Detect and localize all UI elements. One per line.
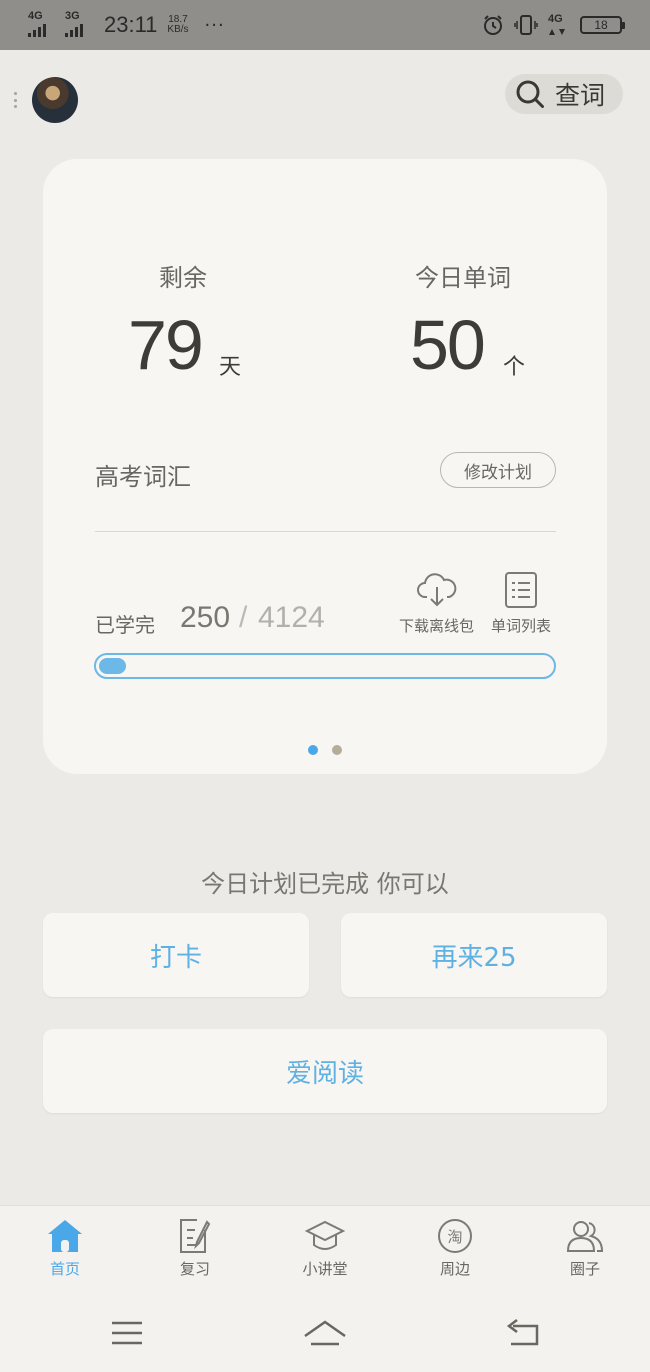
download-offline-label: 下载离线包: [399, 617, 475, 635]
tab-lecture-label: 小讲堂: [302, 1260, 348, 1278]
taobao-icon: 淘: [438, 1219, 472, 1253]
tab-lecture[interactable]: 小讲堂: [285, 1218, 365, 1279]
home-nav-icon[interactable]: [303, 1318, 347, 1348]
divider: [95, 531, 556, 532]
tab-shop-label: 周边: [439, 1260, 470, 1278]
cloud-download-icon: [416, 573, 456, 607]
study-progress-bar: [94, 653, 556, 679]
word-list-label: 单词列表: [491, 617, 552, 635]
review-icon: [180, 1219, 211, 1253]
tab-home[interactable]: 首页: [25, 1218, 105, 1279]
count-separator: /: [239, 601, 248, 634]
tab-review[interactable]: 复习: [155, 1218, 235, 1279]
vibrate-icon: [514, 15, 538, 35]
system-navigation-bar: [0, 1300, 650, 1372]
learned-label: 已学完: [95, 613, 155, 637]
lookup-word-button[interactable]: 查词: [505, 74, 623, 114]
today-words-value: 50: [410, 306, 486, 384]
graduation-cap-icon: [305, 1220, 345, 1250]
people-icon: [566, 1221, 604, 1252]
alarm-icon: [484, 15, 502, 35]
bottom-tab-bar: 首页 复习 小讲堂 淘 周边 圈子: [0, 1205, 650, 1300]
search-icon: [516, 80, 544, 108]
more-notifications-icon: ···: [204, 14, 225, 36]
remaining-days-value: 79: [128, 306, 204, 384]
mobile-data-label: 4G: [548, 13, 563, 25]
svg-text:淘: 淘: [447, 1228, 462, 1246]
network-speed: 18.7 KB/s: [167, 15, 188, 35]
tab-review-label: 复习: [179, 1260, 210, 1278]
signal-4g-icon: 4G: [28, 10, 55, 37]
home-icon: [48, 1220, 82, 1252]
plan-complete-message: 今日计划已完成 你可以: [201, 870, 449, 898]
battery-level: 18: [594, 18, 608, 32]
clock: 23:11: [104, 12, 158, 37]
back-icon[interactable]: [505, 1318, 541, 1348]
signal-3g-icon: 3G: [65, 10, 92, 37]
mobile-data-icon: 4G: [548, 13, 570, 37]
network-speed-unit: KB/s: [167, 24, 189, 35]
lookup-word-label: 查词: [555, 81, 606, 110]
page-dot: [332, 745, 342, 755]
learned-count: 250: [180, 601, 231, 634]
page-dot: [308, 745, 318, 755]
tab-shop[interactable]: 淘 周边: [415, 1218, 495, 1279]
remaining-days-unit: 天: [219, 355, 242, 380]
list-icon: [505, 572, 537, 608]
word-book-name: 高考词汇: [95, 463, 191, 491]
tab-community[interactable]: 圈子: [545, 1218, 625, 1279]
reading-button[interactable]: 爱阅读: [43, 1029, 607, 1113]
drawer-handle-icon[interactable]: [14, 92, 18, 108]
today-words-unit: 个: [503, 355, 526, 380]
tab-community-label: 圈子: [569, 1260, 600, 1278]
menu-icon[interactable]: [110, 1318, 144, 1348]
study-progress-fill: [99, 658, 127, 674]
today-words-label: 今日单词: [415, 264, 511, 292]
plan-card[interactable]: 剩余 79 天 今日单词 50 个 高考词汇 修改计划 已学完 250 / 41…: [43, 159, 607, 774]
status-bar: 4G 3G 23:11 18.7 KB/s ··· 4G 18: [0, 0, 650, 50]
page-indicator: [43, 745, 607, 755]
check-in-button[interactable]: 打卡: [43, 913, 309, 997]
download-offline-button[interactable]: 下载离线包: [399, 571, 474, 636]
remaining-days-label: 剩余: [159, 264, 207, 292]
tab-home-label: 首页: [49, 1260, 80, 1278]
total-count: 4124: [258, 601, 325, 634]
avatar[interactable]: [32, 77, 78, 123]
learn-more-button[interactable]: 再来25: [341, 913, 607, 997]
edit-plan-button[interactable]: 修改计划: [440, 452, 556, 488]
word-list-button[interactable]: 单词列表: [491, 571, 551, 636]
battery-icon: 18: [580, 16, 625, 34]
